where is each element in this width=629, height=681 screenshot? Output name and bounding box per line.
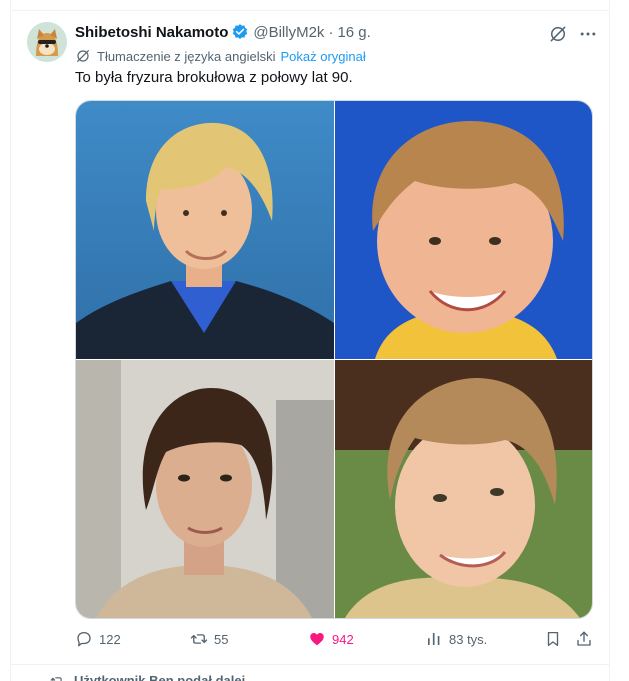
media-grid [75, 100, 593, 619]
display-name[interactable]: Shibetoshi Nakamoto [75, 24, 228, 41]
bookmark-button[interactable] [544, 630, 562, 648]
photo-2[interactable] [335, 101, 592, 359]
reply-icon [77, 631, 91, 647]
repost-icon [50, 676, 64, 681]
repost-button[interactable]: 55 [190, 630, 228, 648]
retweet-note-label[interactable]: Użytkownik Ben podał dalej [74, 673, 245, 681]
repost-icon [190, 634, 208, 644]
views-icon [428, 633, 440, 645]
views-count: 83 tys. [449, 631, 488, 647]
timeline-border-right [609, 0, 610, 681]
verified-badge-icon[interactable] [231, 23, 249, 41]
views-button[interactable]: 83 tys. [425, 630, 487, 648]
share-icon [577, 631, 591, 646]
translated-from-label: Tłumaczenie z języka angielski [97, 48, 276, 64]
translation-notice: Tłumaczenie z języka angielski Pokaż ory… [75, 48, 366, 64]
divider [10, 664, 610, 665]
translate-icon [75, 48, 91, 64]
heart-icon [310, 633, 324, 646]
grok-icon[interactable] [548, 24, 568, 44]
bookmark-icon [547, 631, 559, 647]
retweet-note: Użytkownik Ben podał dalej [50, 673, 245, 681]
tweet-text: To była fryzura brokułowa z połowy lat 9… [75, 69, 353, 86]
repost-count: 55 [214, 631, 229, 647]
timestamp[interactable]: 16 g. [337, 24, 370, 41]
reply-button[interactable]: 122 [75, 630, 121, 648]
reply-count: 122 [99, 631, 121, 647]
timeline-border-left [10, 0, 11, 681]
user-handle[interactable]: @BillyM2k [253, 24, 324, 41]
photo-4[interactable] [335, 360, 592, 618]
tweet-action-bar: 122 55 942 83 tys. [75, 630, 595, 652]
more-icon[interactable] [578, 24, 598, 44]
avatar[interactable] [27, 22, 67, 62]
photo-3[interactable] [76, 360, 334, 618]
separator-dot: · [328, 23, 334, 41]
tweet-header: Shibetoshi Nakamoto @BillyM2k · 16 g. [75, 22, 371, 42]
like-count: 942 [332, 631, 354, 647]
divider [10, 10, 610, 11]
photo-1[interactable] [76, 101, 334, 359]
doge-avatar-icon [27, 22, 67, 62]
like-button[interactable]: 942 [308, 630, 354, 648]
share-button[interactable] [575, 630, 593, 648]
show-original-link[interactable]: Pokaż oryginał [280, 49, 365, 64]
tweet-top-actions [548, 24, 598, 44]
